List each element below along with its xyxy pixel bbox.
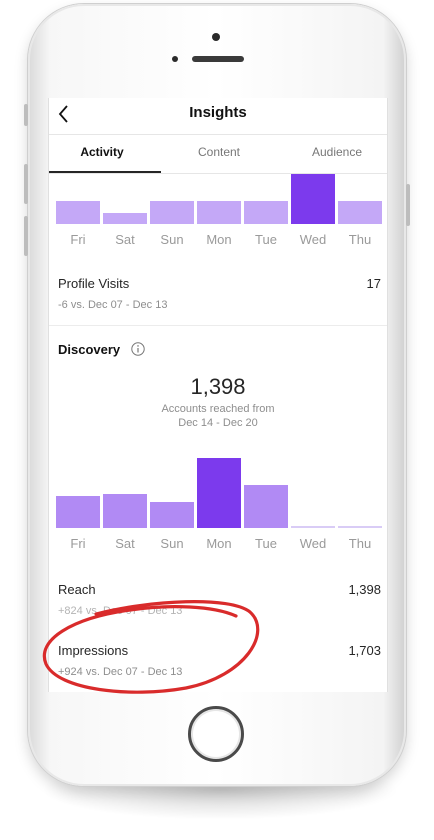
volume-up-button [24, 164, 28, 204]
activity-bar-fri[interactable] [56, 201, 100, 224]
activity-bar-wed[interactable] [291, 174, 335, 224]
tab-content[interactable]: Content [163, 145, 275, 159]
discovery-day-label: Mon [206, 536, 232, 551]
discovery-bar-tue[interactable] [244, 485, 288, 528]
discovery-day-label: Tue [255, 536, 277, 551]
activity-day-label: Mon [206, 232, 232, 247]
tab-bar: Activity Content Audience [49, 135, 387, 174]
discovery-bar-mon[interactable] [197, 458, 241, 528]
discovery-bar-wed[interactable] [291, 526, 335, 528]
activity-bar-sat[interactable] [103, 213, 147, 224]
discovery-bar-thu[interactable] [338, 526, 382, 528]
impressions-label: Impressions [58, 643, 129, 658]
discovery-day-label: Fri [70, 536, 86, 551]
earpiece-speaker [192, 56, 244, 62]
profile-visits-value: 17 [366, 276, 381, 291]
discovery-bar-sun[interactable] [150, 502, 194, 528]
activity-bar-mon[interactable] [197, 201, 241, 224]
mute-switch [24, 104, 28, 126]
profile-visits-comparison: -6 vs. Dec 07 - Dec 13 [58, 299, 168, 311]
activity-day-label: Sun [160, 232, 184, 247]
activity-bar-tue[interactable] [244, 201, 288, 224]
activity-bar-sun[interactable] [150, 201, 194, 224]
reach-label: Reach [58, 582, 96, 597]
active-tab-indicator [49, 171, 161, 173]
discovery-day-label: Sat [115, 536, 135, 551]
volume-down-button [24, 216, 28, 256]
reach-value: 1,398 [348, 582, 381, 597]
activity-day-label: Sat [115, 232, 135, 247]
page-title: Insights [189, 104, 247, 121]
activity-bar-chart: Fri Sat Sun Mon Tue Wed Thu [49, 174, 387, 254]
discovery-day-label: Wed [299, 536, 327, 551]
date-range-caption: Dec 14 - Dec 20 [178, 417, 258, 429]
activity-day-label: Wed [299, 232, 327, 247]
accounts-reached-count: 1,398 [190, 374, 246, 399]
activity-bar-thu[interactable] [338, 201, 382, 224]
impressions-value: 1,703 [348, 643, 381, 658]
discovery-bar-fri[interactable] [56, 496, 100, 528]
reach-comparison: +824 vs. Dec 07 - Dec 13 [58, 605, 183, 617]
activity-day-label: Fri [70, 232, 86, 247]
impressions-comparison: +924 vs. Dec 07 - Dec 13 [58, 666, 183, 678]
discovery-bar-chart: Fri Sat Sun Mon Tue Wed Thu [49, 442, 387, 554]
tab-audience[interactable]: Audience [281, 145, 387, 159]
activity-day-label: Tue [255, 232, 277, 247]
discovery-day-label: Sun [160, 536, 184, 551]
app-screen: Insights Activity Content Audience Fri Sa… [48, 98, 388, 692]
discovery-day-label: Thu [348, 536, 372, 551]
nav-bar: Insights [49, 98, 387, 135]
info-icon[interactable] [131, 342, 145, 356]
discovery-title: Discovery [58, 342, 121, 357]
front-camera [212, 33, 220, 41]
accounts-reached-caption: Accounts reached from [161, 403, 275, 415]
proximity-sensor [172, 56, 178, 62]
power-button [406, 184, 410, 226]
discovery-bar-sat[interactable] [103, 494, 147, 528]
tab-activity[interactable]: Activity [49, 145, 155, 159]
activity-day-label: Thu [348, 232, 372, 247]
home-button[interactable] [188, 706, 244, 762]
profile-visits-label: Profile Visits [58, 276, 130, 291]
section-divider [49, 325, 387, 326]
